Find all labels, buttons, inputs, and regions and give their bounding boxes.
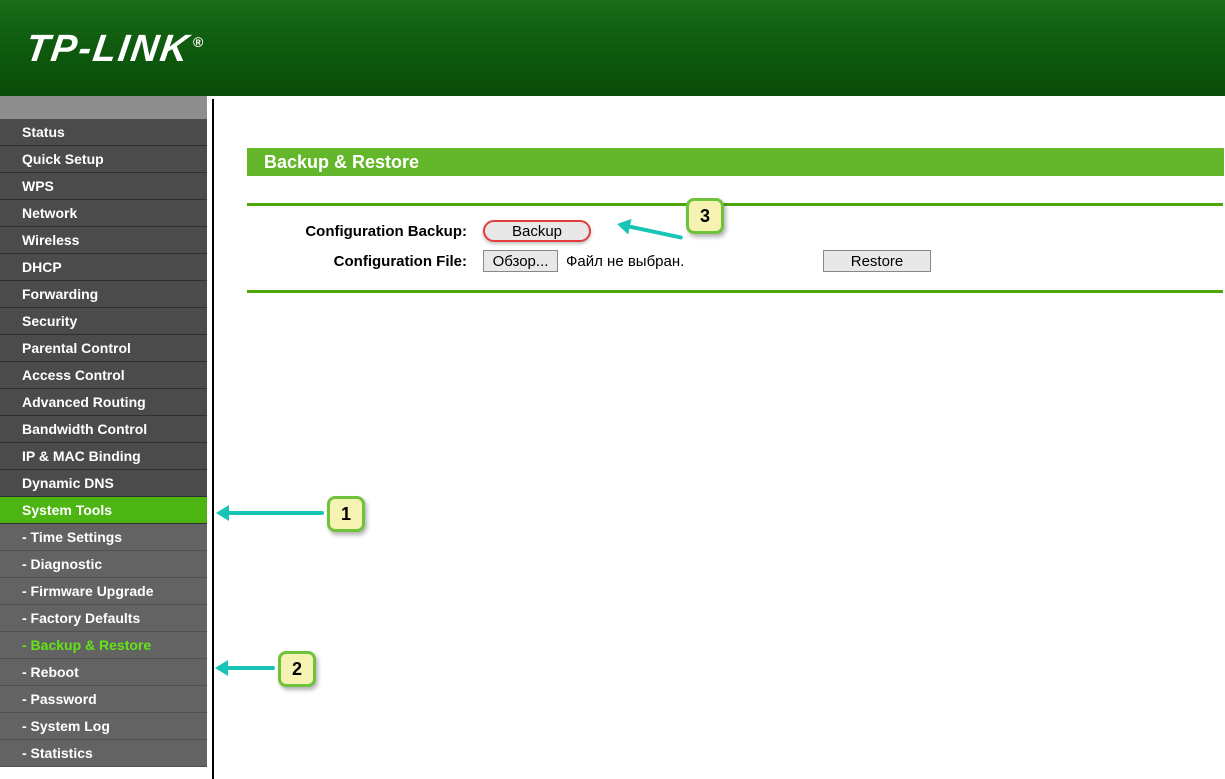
brand-text: TP-LINK bbox=[23, 28, 193, 70]
section-divider-bottom bbox=[247, 290, 1223, 293]
sidebar-spacer bbox=[0, 96, 207, 119]
brand-logo: TP-LINK® bbox=[23, 28, 207, 71]
row-config-file: Configuration File: Обзор... Файл не выб… bbox=[247, 250, 1223, 272]
browse-button[interactable]: Обзор... bbox=[483, 250, 558, 272]
brand-reg: ® bbox=[193, 34, 205, 50]
sidebar-item-forwarding[interactable]: Forwarding bbox=[0, 281, 207, 308]
sidebar-item-parental-control[interactable]: Parental Control bbox=[0, 335, 207, 362]
sidebar-sub-statistics[interactable]: - Statistics bbox=[0, 740, 207, 767]
callout-badge-3: 3 bbox=[686, 198, 724, 234]
sidebar-sub-password[interactable]: - Password bbox=[0, 686, 207, 713]
sidebar-item-network[interactable]: Network bbox=[0, 200, 207, 227]
callout-badge-1: 1 bbox=[327, 496, 365, 532]
sidebar-item-dhcp[interactable]: DHCP bbox=[0, 254, 207, 281]
header: TP-LINK® bbox=[0, 0, 1225, 96]
sidebar-item-dynamic-dns[interactable]: Dynamic DNS bbox=[0, 470, 207, 497]
callout-badge-2: 2 bbox=[278, 651, 316, 687]
sidebar-item-advanced-routing[interactable]: Advanced Routing bbox=[0, 389, 207, 416]
callout-arrow-1 bbox=[221, 511, 324, 515]
sidebar-sub-factory-defaults[interactable]: - Factory Defaults bbox=[0, 605, 207, 632]
sidebar-sub-reboot[interactable]: - Reboot bbox=[0, 659, 207, 686]
sidebar-item-wireless[interactable]: Wireless bbox=[0, 227, 207, 254]
sidebar-item-wps[interactable]: WPS bbox=[0, 173, 207, 200]
page-title: Backup & Restore bbox=[247, 148, 1224, 176]
sidebar-item-ip-mac-binding[interactable]: IP & MAC Binding bbox=[0, 443, 207, 470]
backup-button[interactable]: Backup bbox=[483, 220, 591, 242]
sidebar-item-system-tools[interactable]: System Tools bbox=[0, 497, 207, 524]
callout-arrow-2 bbox=[220, 666, 275, 670]
sidebar-item-security[interactable]: Security bbox=[0, 308, 207, 335]
form-zone: Configuration Backup: Backup Configurati… bbox=[247, 203, 1223, 293]
sidebar-sub-backup-restore[interactable]: - Backup & Restore bbox=[0, 632, 207, 659]
main-content: Backup & Restore Configuration Backup: B… bbox=[214, 96, 1225, 779]
label-config-file: Configuration File: bbox=[247, 253, 483, 270]
restore-button[interactable]: Restore bbox=[823, 250, 931, 272]
sidebar-item-access-control[interactable]: Access Control bbox=[0, 362, 207, 389]
sidebar: Status Quick Setup WPS Network Wireless … bbox=[0, 96, 207, 779]
label-config-backup: Configuration Backup: bbox=[247, 223, 483, 240]
sidebar-item-quick-setup[interactable]: Quick Setup bbox=[0, 146, 207, 173]
sidebar-item-bandwidth-control[interactable]: Bandwidth Control bbox=[0, 416, 207, 443]
sidebar-sub-time-settings[interactable]: - Time Settings bbox=[0, 524, 207, 551]
body: Status Quick Setup WPS Network Wireless … bbox=[0, 96, 1225, 779]
sidebar-sub-firmware-upgrade[interactable]: - Firmware Upgrade bbox=[0, 578, 207, 605]
section-divider-top bbox=[247, 203, 1223, 206]
sidebar-sub-system-log[interactable]: - System Log bbox=[0, 713, 207, 740]
vertical-divider bbox=[207, 96, 214, 779]
file-status-text: Файл не выбран. bbox=[566, 253, 684, 270]
sidebar-item-status[interactable]: Status bbox=[0, 119, 207, 146]
sidebar-sub-diagnostic[interactable]: - Diagnostic bbox=[0, 551, 207, 578]
row-config-backup: Configuration Backup: Backup bbox=[247, 220, 1223, 242]
